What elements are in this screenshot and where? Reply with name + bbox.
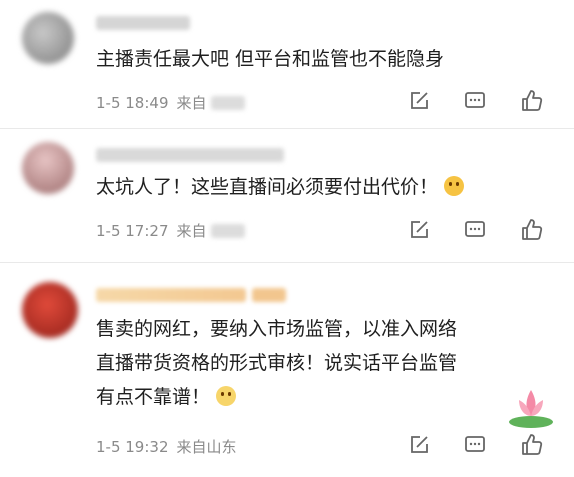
- comment-meta: 1-5 19:32 来自 山东: [96, 436, 237, 457]
- username-redacted[interactable]: [96, 148, 284, 162]
- edit-share-icon[interactable]: [408, 219, 430, 241]
- comment-text-content: 有点不靠谱！: [96, 386, 211, 408]
- divider: [0, 128, 574, 129]
- location-prefix: 来自: [176, 94, 207, 112]
- avatar[interactable]: [22, 282, 78, 338]
- comment-actions: [408, 89, 544, 113]
- divider: [0, 262, 574, 263]
- thumbs-up-icon[interactable]: [520, 218, 544, 242]
- comment-text-line: 直播带货资格的形式审核！说实话平台监管: [96, 352, 458, 374]
- comment-text-line: 有点不靠谱！: [96, 382, 237, 412]
- comment-text: 主播责任最大吧 但平台和监管也不能隐身: [96, 48, 445, 70]
- comment-meta: 1-5 17:27 来自: [96, 220, 245, 241]
- edit-share-icon[interactable]: [408, 90, 430, 112]
- thumbs-up-icon[interactable]: [520, 89, 544, 113]
- location-prefix: 来自: [176, 222, 207, 240]
- location: 山东: [206, 438, 237, 456]
- comment-time: 1-5 19:32: [96, 437, 169, 456]
- comment-actions: [408, 218, 544, 242]
- comment-time: 1-5 17:27: [96, 221, 169, 240]
- emoji-icon: [216, 386, 237, 406]
- comment-text: 太坑人了！这些直播间必须要付出代价！: [96, 172, 465, 202]
- comment-actions: [408, 433, 544, 457]
- comment-icon[interactable]: [464, 219, 486, 241]
- comment-text-content: 太坑人了！这些直播间必须要付出代价！: [96, 176, 439, 198]
- comment-meta: 1-5 18:49 来自: [96, 92, 245, 113]
- username-redacted[interactable]: [96, 16, 190, 30]
- edit-share-icon[interactable]: [408, 434, 430, 456]
- comment-time: 1-5 18:49: [96, 93, 169, 112]
- lotus-sticker-icon: [509, 390, 553, 428]
- thumbs-up-icon[interactable]: [520, 433, 544, 457]
- location-prefix: 来自: [176, 438, 207, 456]
- badge-redacted: [252, 288, 286, 302]
- location-redacted: [210, 223, 245, 238]
- emoji-icon: [444, 176, 465, 196]
- comment-icon[interactable]: [464, 90, 486, 112]
- avatar[interactable]: [22, 12, 74, 64]
- username-redacted[interactable]: [96, 288, 246, 302]
- comment-text-line: 售卖的网红，要纳入市场监管，以准入网络: [96, 318, 458, 340]
- avatar[interactable]: [22, 142, 74, 194]
- location-redacted: [210, 95, 245, 110]
- comment-icon[interactable]: [464, 434, 486, 456]
